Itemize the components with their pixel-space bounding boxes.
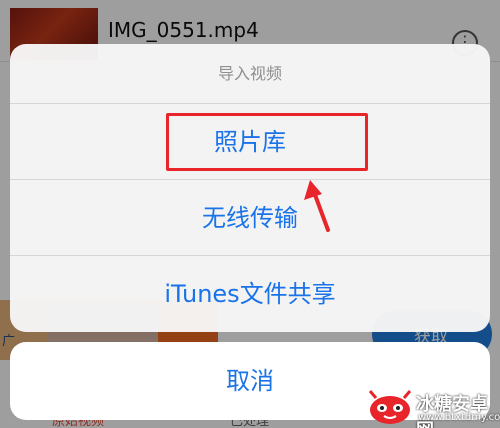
highlight-box [166,113,368,171]
option-photo-library[interactable]: 照片库 [10,104,490,180]
option-wireless-transfer-label: 无线传输 [202,204,298,232]
watermark-logo-icon [368,390,412,424]
import-video-action-sheet: 导入视频 照片库 无线传输 iTunes文件共享 [10,44,490,332]
watermark-url: www.btxtdmy.com [418,412,500,423]
option-wireless-transfer[interactable]: 无线传输 [10,180,490,256]
option-itunes-file-sharing-label: iTunes文件共享 [164,280,336,308]
option-itunes-file-sharing[interactable]: iTunes文件共享 [10,256,490,332]
action-sheet-title: 导入视频 [10,44,490,104]
pointer-arrow-icon [304,180,330,232]
watermark: 冰糖安卓网 www.btxtdmy.com [366,388,500,428]
